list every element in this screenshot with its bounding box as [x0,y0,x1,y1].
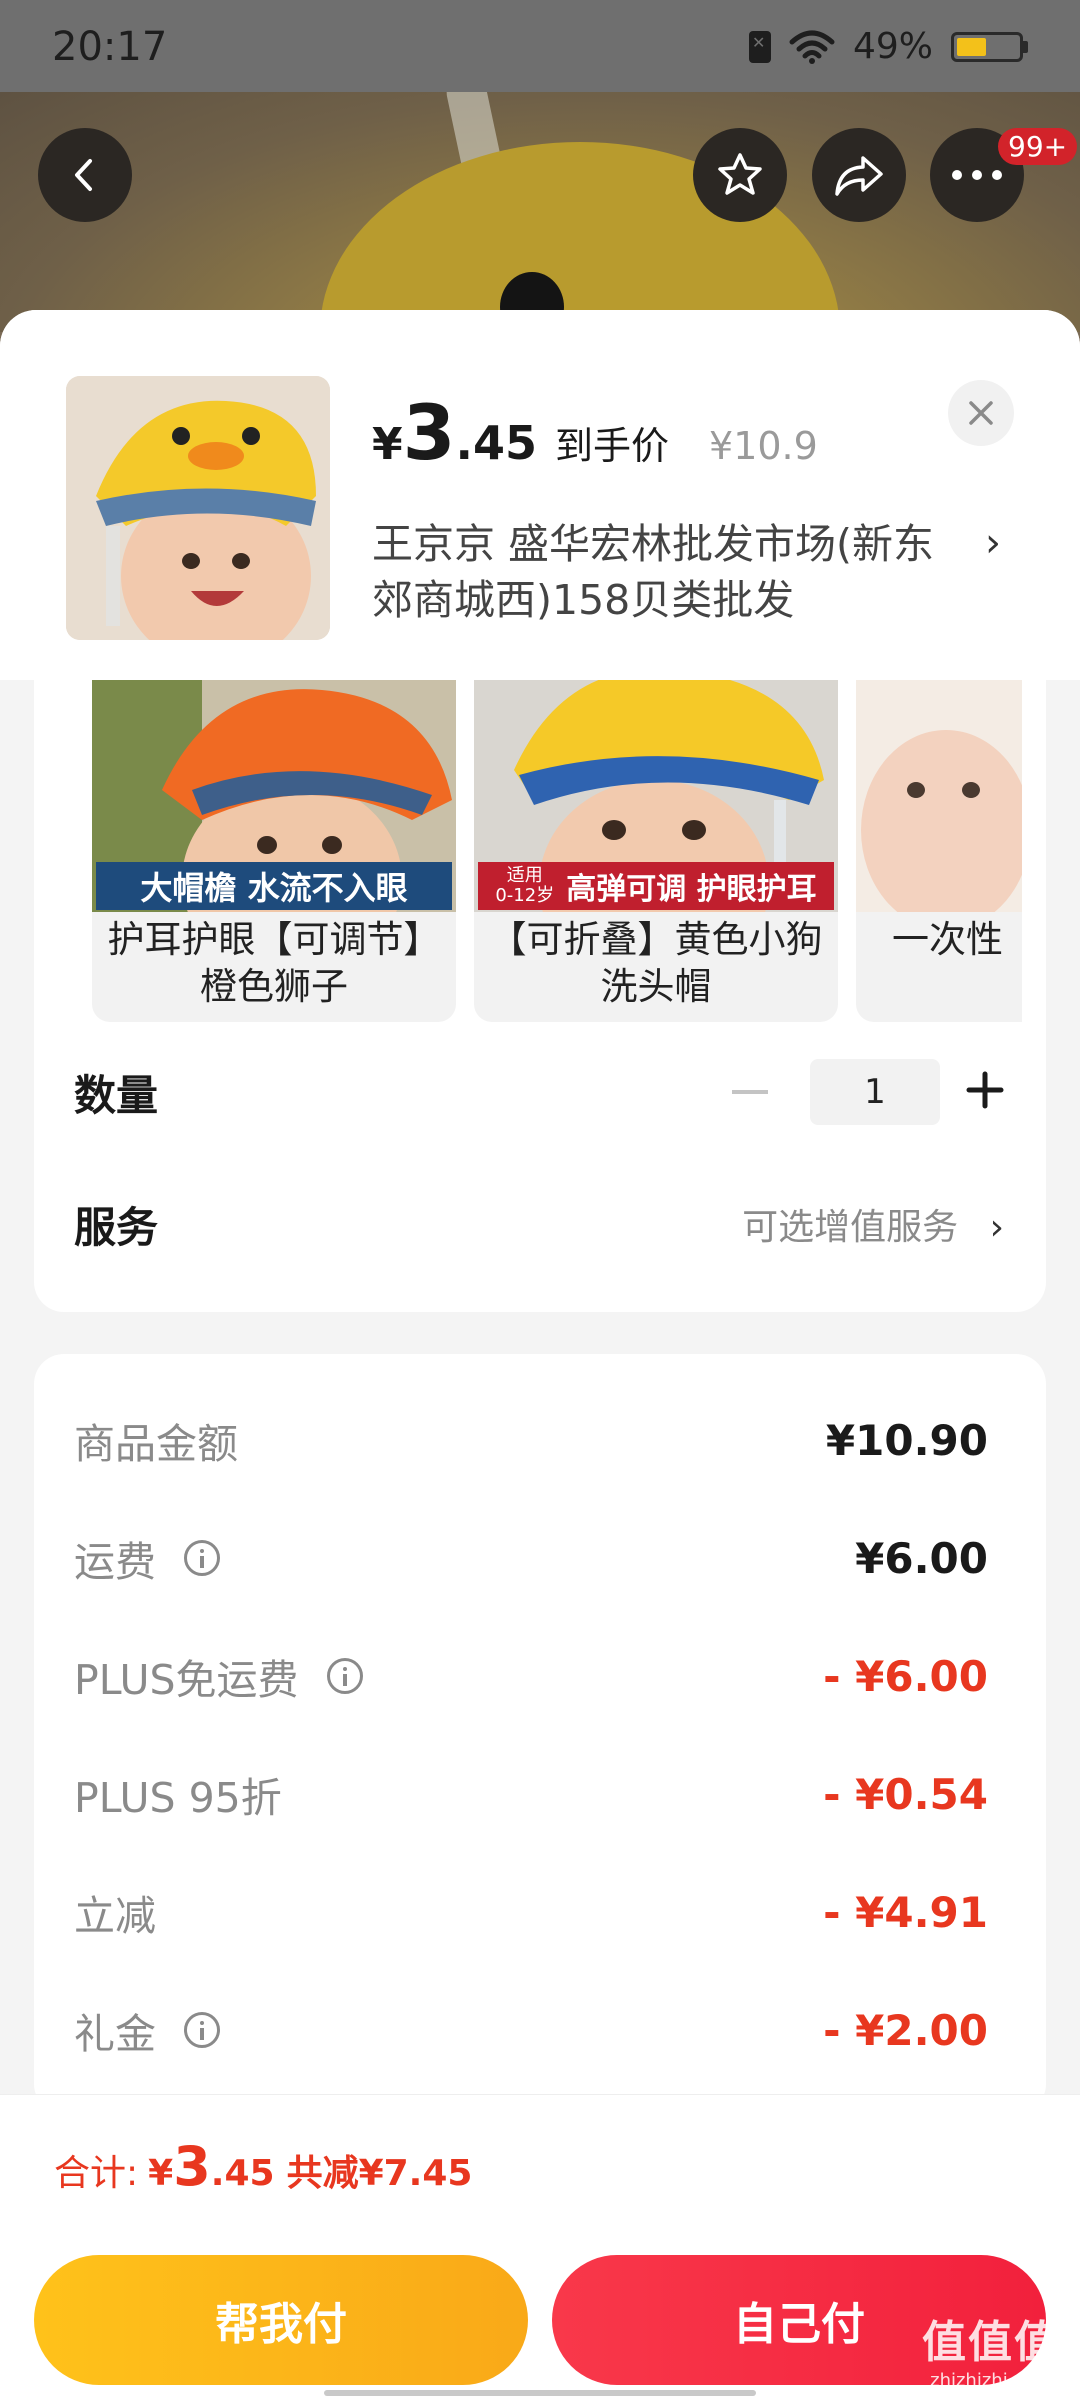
variant-image [856,680,1022,912]
price-integer: 3 [402,388,456,477]
favorite-button[interactable] [693,128,787,222]
pay-for-me-button[interactable]: 帮我付 [34,2255,528,2385]
share-button[interactable] [812,128,906,222]
battery-fill [957,37,986,56]
watermark-main: 值值值 [922,2317,1060,2368]
variant-name: 护耳护眼【可调节】橙色狮子 [107,918,441,1008]
checkout-bar: 合计: ¥ 3 .45 共减¥7.45 帮我付 自己付 值值值 zhizhizh… [0,2094,1080,2401]
fee-label-text: 运费 [74,1538,156,1586]
total-label: 合计: [54,2153,139,2194]
original-price: ¥10.9 [709,424,818,468]
service-label: 服务 [74,1202,159,1252]
info-icon[interactable] [184,1540,220,1576]
variant-item-yellow-puppy[interactable]: 适用 0-12岁 高弹可调 护眼护耳 【可折叠】黄色小狗洗头帽 [474,680,838,1022]
back-button[interactable] [38,128,132,222]
fee-label-text: 礼金 [74,2010,156,2058]
baby-duck-hat-image [66,376,330,640]
status-time: 20:17 [52,24,168,70]
variant-name: 一次性 [892,918,1003,961]
total-decimal: .45 [210,2153,275,2194]
shop-name[interactable]: 王京京 盛华宏林批发市场(新东郊商城西)158贝类批发 [372,516,972,628]
sim-off-icon [748,30,771,63]
fee-label-text: 立减 [74,1892,156,1940]
quantity-input[interactable]: 1 [810,1059,940,1125]
product-thumbnail[interactable] [66,376,330,640]
fee-row: PLUS 95折 - ¥0.54 [74,1764,988,1824]
price-line: ¥ 3 .45 到手价 ¥10.9 [372,388,818,477]
fee-value: - ¥4.91 [823,1887,988,1937]
notification-badge: 99+ [998,128,1078,165]
fee-label: PLUS 95折 [74,1764,282,1824]
total-savings: 共减¥7.45 [286,2153,473,2194]
variant-banner: 大帽檐 水流不入眼 [96,862,452,910]
total-line: 合计: ¥ 3 .45 共减¥7.45 [54,2135,472,2198]
price-breakdown-card: 商品金额 ¥10.90 运费 ¥6.00 PLUS免运费 - ¥6.00 PLUS 95折 -… [34,1354,1046,2114]
watermark: 值值值 zhizhizhi.com [922,2306,1060,2391]
fee-label: 运费 [74,1528,220,1588]
minus-icon [732,1090,768,1094]
service-value[interactable]: 可选增值服务 › [742,1198,1004,1250]
service-value-text: 可选增值服务 [742,1207,959,1248]
fee-value: ¥6.00 [855,1533,988,1583]
home-indicator[interactable] [324,2390,756,2396]
share-icon [835,156,883,196]
total-currency: ¥ [148,2153,174,2194]
fee-row: PLUS免运费 - ¥6.00 [74,1646,988,1706]
status-bar: 20:17 49% [0,0,1080,92]
quantity-stepper[interactable]: 1 [722,1059,1004,1125]
variant-item-orange-lion[interactable]: 大帽檐 水流不入眼 护耳护眼【可调节】橙色狮子 [92,680,456,1022]
product-hero-image [0,92,1080,332]
service-row[interactable]: 服务 可选增值服务 › [74,1174,1044,1274]
fee-value: - ¥6.00 [823,1651,988,1701]
fee-label-text: 商品金额 [74,1420,238,1468]
fee-row: 立减 - ¥4.91 [74,1882,988,1942]
variant-banner-text: 高弹可调 护眼护耳 [566,872,817,907]
fee-label: 商品金额 [74,1410,238,1470]
fee-value: ¥10.90 [825,1415,988,1465]
battery-icon [951,31,1028,62]
price-decimal: .45 [455,416,538,470]
info-icon[interactable] [184,2012,220,2048]
increment-button[interactable] [966,1066,1004,1118]
price-tag: 到手价 [555,424,670,468]
close-icon [969,401,993,425]
fee-label: 立减 [74,1882,156,1942]
variant-name: 【可折叠】黄色小狗洗头帽 [489,918,823,1008]
fee-label: PLUS免运费 [74,1646,363,1706]
plus-icon [966,1071,1004,1109]
total-integer: 3 [173,2135,211,2198]
decrement-button[interactable] [722,1080,778,1104]
quantity-label: 数量 [74,1070,159,1120]
variant-list[interactable]: 大帽檐 水流不入眼 护耳护眼【可调节】橙色狮子 适用 0-12岁 高弹可调 护眼… [92,680,1022,1022]
close-button[interactable] [948,380,1014,446]
fee-label-text: PLUS 95折 [74,1774,282,1822]
status-icons: 49% [748,26,1028,67]
variant-item-disposable[interactable]: 一次性 [856,680,1022,1022]
variant-banner: 适用 0-12岁 高弹可调 护眼护耳 [478,862,834,910]
fee-row: 商品金额 ¥10.90 [74,1410,988,1470]
more-icon [952,170,1002,180]
wifi-icon [789,30,835,64]
fee-row: 礼金 - ¥2.00 [74,2000,988,2060]
back-icon [75,159,92,191]
watermark-sub: zhizhizhi.com [930,2370,1052,2391]
info-icon[interactable] [326,1658,363,1694]
quantity-row: 数量 1 [74,1042,1044,1142]
chevron-right-icon[interactable]: › [985,520,1001,566]
variant-age-label: 适用 0-12岁 [495,865,555,906]
chevron-right-icon: › [989,1207,1004,1248]
options-card: 大帽檐 水流不入眼 护耳护眼【可调节】橙色狮子 适用 0-12岁 高弹可调 护眼… [34,680,1046,1312]
battery-percent: 49% [852,26,933,67]
sheet-header: ¥ 3 .45 到手价 ¥10.9 王京京 盛华宏林批发市场(新东郊商城西)15… [0,310,1080,680]
fee-label: 礼金 [74,2000,220,2060]
fee-label-text: PLUS免运费 [74,1656,299,1704]
price-currency: ¥ [372,419,403,470]
fee-value: - ¥2.00 [823,2005,988,2055]
star-icon [718,153,762,195]
fee-value: - ¥0.54 [823,1769,988,1819]
purchase-sheet: ¥ 3 .45 到手价 ¥10.9 王京京 盛华宏林批发市场(新东郊商城西)15… [0,310,1080,2400]
fee-row: 运费 ¥6.00 [74,1528,988,1588]
